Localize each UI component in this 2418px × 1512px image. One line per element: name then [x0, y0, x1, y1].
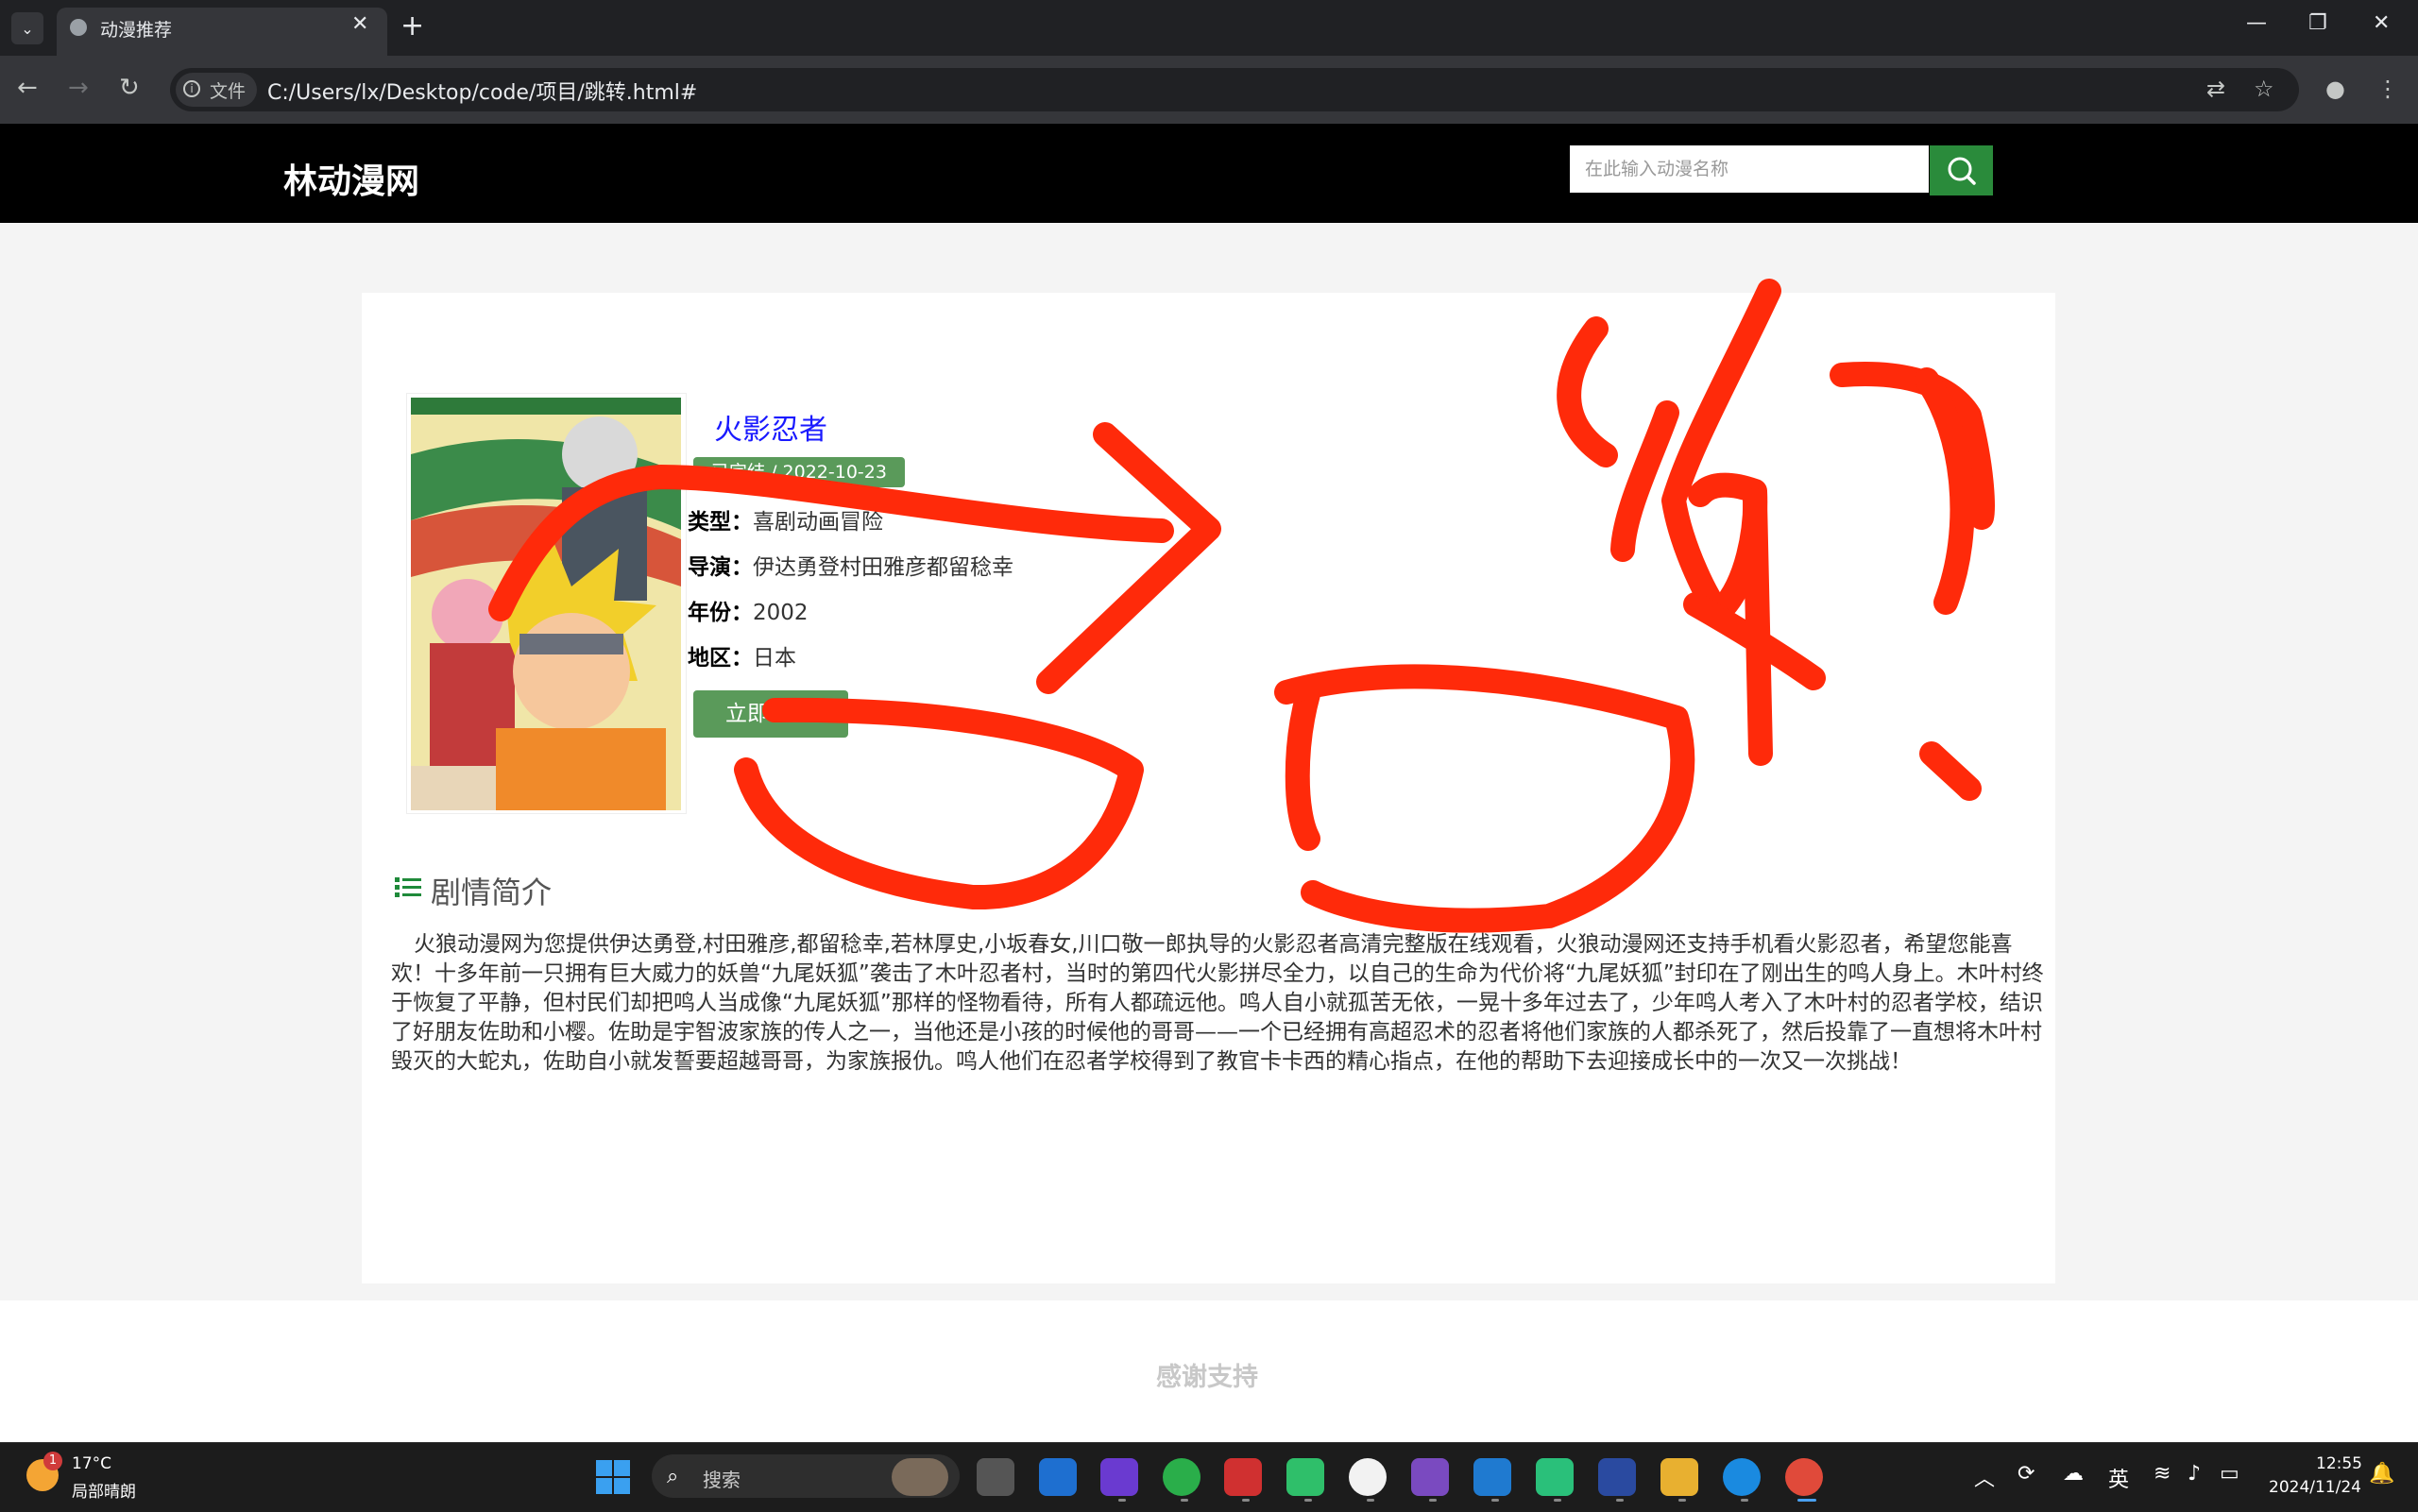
forward-button[interactable]: → — [68, 74, 89, 102]
anime-poster-image[interactable] — [411, 398, 681, 810]
translate-icon[interactable]: ⇄ — [2206, 76, 2225, 102]
windows-start-icon[interactable] — [595, 1459, 631, 1495]
running-indicator — [1616, 1499, 1624, 1502]
running-indicator — [1367, 1499, 1374, 1502]
site-logo[interactable]: 林动漫网 — [283, 154, 419, 203]
running-indicator — [1554, 1499, 1561, 1502]
anime-title[interactable]: 火影忍者 — [714, 406, 827, 448]
running-indicator — [1242, 1499, 1250, 1502]
running-indicator — [1741, 1499, 1748, 1502]
bookmark-star-icon[interactable]: ☆ — [2254, 76, 2274, 102]
active-app-indicator — [1797, 1499, 1816, 1502]
notification-bell-icon[interactable]: 🔔 — [2369, 1462, 2394, 1486]
devcpp-icon[interactable] — [1598, 1458, 1636, 1496]
search-highlight-icon — [892, 1458, 948, 1496]
running-indicator — [1181, 1499, 1188, 1502]
qq-icon[interactable] — [1349, 1458, 1387, 1496]
info-row-genre: 类型：喜剧动画冒险 — [688, 503, 883, 535]
edge-icon[interactable] — [1723, 1458, 1761, 1496]
footer-text: 感谢支持 — [1156, 1363, 1258, 1392]
app-icon-3[interactable] — [1536, 1458, 1574, 1496]
info-label: 类型： — [688, 510, 753, 535]
info-label: 导演： — [688, 555, 753, 580]
pycharm-icon[interactable] — [1286, 1458, 1324, 1496]
synopsis-text: 火狼动漫网为您提供伊达勇登,村田雅彦,都留稔幸,若林厚史,小坂春女,川口敬一郎执… — [391, 932, 2044, 1074]
app-icon-1[interactable] — [1039, 1458, 1077, 1496]
wps-icon[interactable] — [1224, 1458, 1262, 1496]
info-icon: i — [183, 80, 200, 97]
running-indicator — [1429, 1499, 1437, 1502]
search-icon: ⌕ — [667, 1465, 679, 1488]
info-row-year: 年份：2002 — [688, 594, 809, 626]
app-icon-2[interactable] — [1100, 1458, 1138, 1496]
list-icon — [395, 876, 421, 899]
chrome-icon[interactable] — [1785, 1458, 1823, 1496]
info-value: 2002 — [753, 601, 809, 625]
clock-time[interactable]: 12:55 — [2316, 1454, 2362, 1473]
minimize-button[interactable]: — — [2246, 11, 2267, 35]
weather-temperature[interactable]: 17°C — [72, 1454, 111, 1473]
wifi-icon[interactable]: ≋ — [2154, 1462, 2171, 1486]
battery-icon[interactable]: ▭ — [2220, 1462, 2239, 1486]
url-text[interactable]: C:/Users/lx/Desktop/code/项目/跳转.html# — [267, 76, 697, 106]
task-view-icon[interactable] — [977, 1458, 1014, 1496]
vscode-icon[interactable] — [1473, 1458, 1511, 1496]
profile-icon[interactable]: ● — [2325, 76, 2345, 102]
weather-notification-badge: 1 — [43, 1452, 62, 1470]
windows-taskbar — [0, 1442, 2418, 1512]
tab-search-button[interactable]: ⌄ — [11, 12, 43, 44]
restore-button[interactable]: ❐ — [2308, 11, 2327, 35]
volume-icon[interactable]: ♪ — [2188, 1462, 2201, 1486]
running-indicator — [1678, 1499, 1686, 1502]
globe-icon — [70, 19, 87, 36]
weather-description[interactable]: 局部晴朗 — [72, 1478, 136, 1502]
close-tab-icon[interactable]: ✕ — [351, 12, 368, 36]
running-indicator — [1491, 1499, 1499, 1502]
info-row-director: 导演：伊达勇登村田雅彦都留稔幸 — [688, 549, 1013, 581]
clock-date[interactable]: 2024/11/24 — [2269, 1478, 2361, 1497]
tray-sync-icon[interactable]: ⟳ — [2018, 1462, 2035, 1486]
taskbar-search-label: 搜索 — [703, 1469, 741, 1491]
synopsis-heading: 剧情简介 — [431, 875, 553, 910]
window-close-button[interactable]: ✕ — [2373, 11, 2390, 35]
back-button[interactable]: ← — [17, 74, 38, 102]
info-value: 伊达勇登村田雅彦都留稔幸 — [753, 555, 1013, 580]
tab-title: 动漫推荐 — [100, 20, 173, 41]
info-row-region: 地区：日本 — [688, 639, 796, 671]
watch-now-button[interactable]: 立即 — [693, 690, 848, 738]
running-indicator — [1304, 1499, 1312, 1502]
file-explorer-icon[interactable] — [1660, 1458, 1698, 1496]
info-label: 年份： — [688, 601, 753, 625]
site-info-label: 文件 — [210, 81, 247, 102]
running-indicator — [1118, 1499, 1126, 1502]
search-button[interactable] — [1930, 145, 1993, 195]
anime-search-input[interactable] — [1570, 145, 1929, 193]
reload-button[interactable]: ↻ — [119, 74, 140, 102]
info-label: 地区： — [688, 646, 753, 671]
menu-kebab-icon[interactable]: ⋮ — [2376, 76, 2399, 102]
info-value: 日本 — [753, 646, 796, 671]
tray-cloud-icon[interactable]: ☁ — [2063, 1462, 2084, 1486]
input-method-indicator[interactable]: 英 — [2108, 1463, 2129, 1493]
info-value: 喜剧动画冒险 — [753, 510, 883, 535]
search-icon — [1948, 157, 1976, 185]
status-badge: 已完结 / 2022-10-23 — [693, 457, 905, 487]
tray-overflow-icon[interactable]: ︿ — [1974, 1462, 1995, 1492]
wechat-icon[interactable] — [1163, 1458, 1200, 1496]
visual-studio-icon[interactable] — [1411, 1458, 1449, 1496]
new-tab-button[interactable]: + — [400, 9, 424, 42]
